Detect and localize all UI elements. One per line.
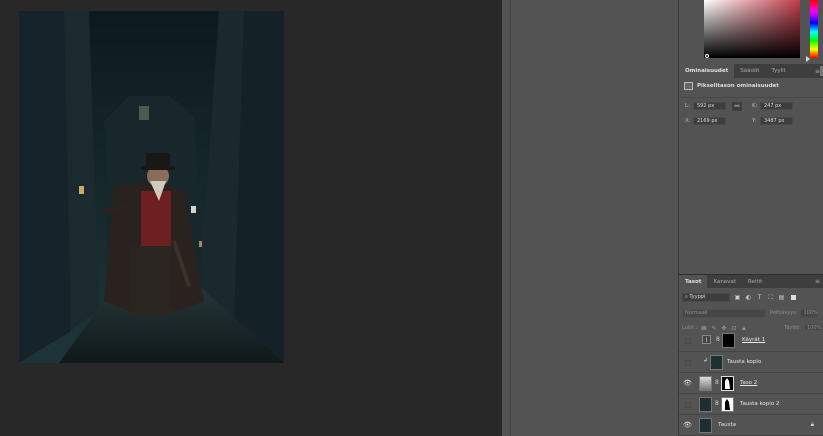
layer-thumbnail[interactable]	[699, 418, 712, 433]
opacity-label: Peittävyys:	[770, 310, 798, 316]
properties-title: Pikselitason ominaisuudet	[697, 83, 779, 89]
document-image[interactable]	[19, 11, 284, 363]
visibility-toggle[interactable]	[685, 338, 691, 344]
visibility-toggle[interactable]	[685, 402, 691, 408]
y-field[interactable]: 3487 px	[760, 117, 793, 125]
layer-row-background-copy-2[interactable]: 8 Tausta kopio 2	[679, 394, 823, 415]
blend-mode-select[interactable]: Normaali	[682, 308, 766, 318]
adjustment-icon: ⌇	[702, 335, 711, 344]
tab-layers[interactable]: Tasot	[679, 274, 708, 289]
lock-icon: 🔒︎	[810, 421, 814, 428]
layer-name[interactable]: Käyrät 1	[742, 337, 765, 343]
width-field[interactable]: 592 px	[693, 102, 726, 110]
tab-properties[interactable]: Ominaisuudet	[679, 64, 735, 78]
blend-row: Normaali Peittävyys: 100%	[682, 308, 822, 318]
layer-row-taso-2[interactable]: 👁︎ 8 Taso 2	[679, 373, 823, 394]
layers-tab-bar: Tasot Kanavat Reitit ≡	[679, 274, 823, 289]
pixel-layer-icon	[684, 82, 693, 90]
mask-silhouette	[725, 399, 730, 410]
layer-thumbnail[interactable]	[699, 397, 712, 412]
layer-thumbnail[interactable]	[699, 376, 712, 391]
color-picker-marker[interactable]	[705, 54, 709, 58]
chain-icon[interactable]: 8	[716, 336, 720, 343]
properties-header: Pikselitason ominaisuudet	[684, 82, 779, 90]
layer-row-curves[interactable]: ⌇ 8 Käyrät 1	[679, 330, 823, 352]
layer-filter-row: ⌕ Tyyppi ▣ ◐ T ⛶ ▤	[682, 292, 822, 302]
layer-name[interactable]: Taso 2	[740, 380, 757, 386]
filter-image-icon[interactable]: ▣	[734, 294, 741, 301]
layer-thumbnail[interactable]	[710, 355, 723, 370]
visibility-toggle[interactable]	[685, 360, 691, 366]
chain-icon[interactable]: 8	[715, 379, 719, 386]
layers-menu-icon[interactable]: ≡	[815, 278, 820, 285]
night-street-photo	[19, 11, 284, 363]
properties-tab-bar: Ominaisuudet Säädöt Tyylit ≡	[679, 64, 823, 78]
width-label: L:	[685, 103, 690, 109]
clipping-arrow-icon: ↲	[703, 357, 709, 364]
filter-smart-object-icon[interactable]: ▤	[778, 294, 785, 301]
tab-channels[interactable]: Kanavat	[707, 275, 742, 289]
y-label: Y:	[752, 118, 757, 124]
filter-adjustment-icon[interactable]: ◐	[745, 294, 752, 301]
empty-panel-area	[502, 0, 678, 436]
divider	[679, 97, 823, 98]
eye-icon[interactable]: 👁︎	[683, 421, 692, 430]
x-label: X:	[685, 118, 691, 124]
right-panel-dock: Ominaisuudet Säädöt Tyylit ≡ Pikselitaso…	[678, 0, 823, 436]
height-label: K:	[752, 103, 758, 109]
opacity-field[interactable]: 100%	[800, 308, 819, 318]
hue-slider-marker[interactable]	[806, 56, 810, 62]
filter-value: Tyyppi	[689, 293, 706, 300]
eye-icon[interactable]: 👁︎	[683, 379, 692, 388]
filter-text-icon[interactable]: T	[756, 294, 763, 301]
layer-mask-thumbnail[interactable]	[722, 333, 735, 348]
layer-row-background[interactable]: 👁︎ Tausta 🔒︎	[679, 415, 823, 436]
layer-mask-thumbnail[interactable]	[721, 397, 734, 412]
link-icon[interactable]: ⚯	[731, 101, 743, 112]
layers-list: ⌇ 8 Käyrät 1 ↲ Tausta kopio 👁︎ 8 Taso 2 …	[679, 330, 823, 436]
layer-name[interactable]: Tausta	[718, 422, 736, 428]
tab-adjustments[interactable]: Säädöt	[734, 64, 765, 78]
panel-divider[interactable]	[510, 0, 511, 436]
color-picker-field[interactable]	[704, 0, 800, 58]
layer-name[interactable]: Tausta kopio 2	[740, 401, 779, 407]
layer-mask-thumbnail[interactable]	[721, 376, 734, 391]
layer-name[interactable]: Tausta kopio	[727, 359, 761, 365]
layer-filter-select[interactable]: ⌕ Tyyppi	[682, 292, 730, 302]
height-field[interactable]: 247 px	[760, 102, 793, 110]
tab-paths[interactable]: Reitit	[742, 275, 768, 289]
filter-toggle[interactable]	[791, 294, 796, 300]
layer-row-background-copy[interactable]: ↲ Tausta kopio	[679, 352, 823, 373]
hue-slider[interactable]	[810, 0, 818, 58]
mask-silhouette	[725, 378, 730, 389]
x-field[interactable]: 2169 px	[693, 117, 726, 125]
chain-icon[interactable]: 8	[715, 400, 719, 407]
canvas-area[interactable]	[0, 0, 502, 436]
filter-shape-icon[interactable]: ⛶	[767, 294, 774, 301]
tab-styles[interactable]: Tyylit	[765, 64, 791, 78]
